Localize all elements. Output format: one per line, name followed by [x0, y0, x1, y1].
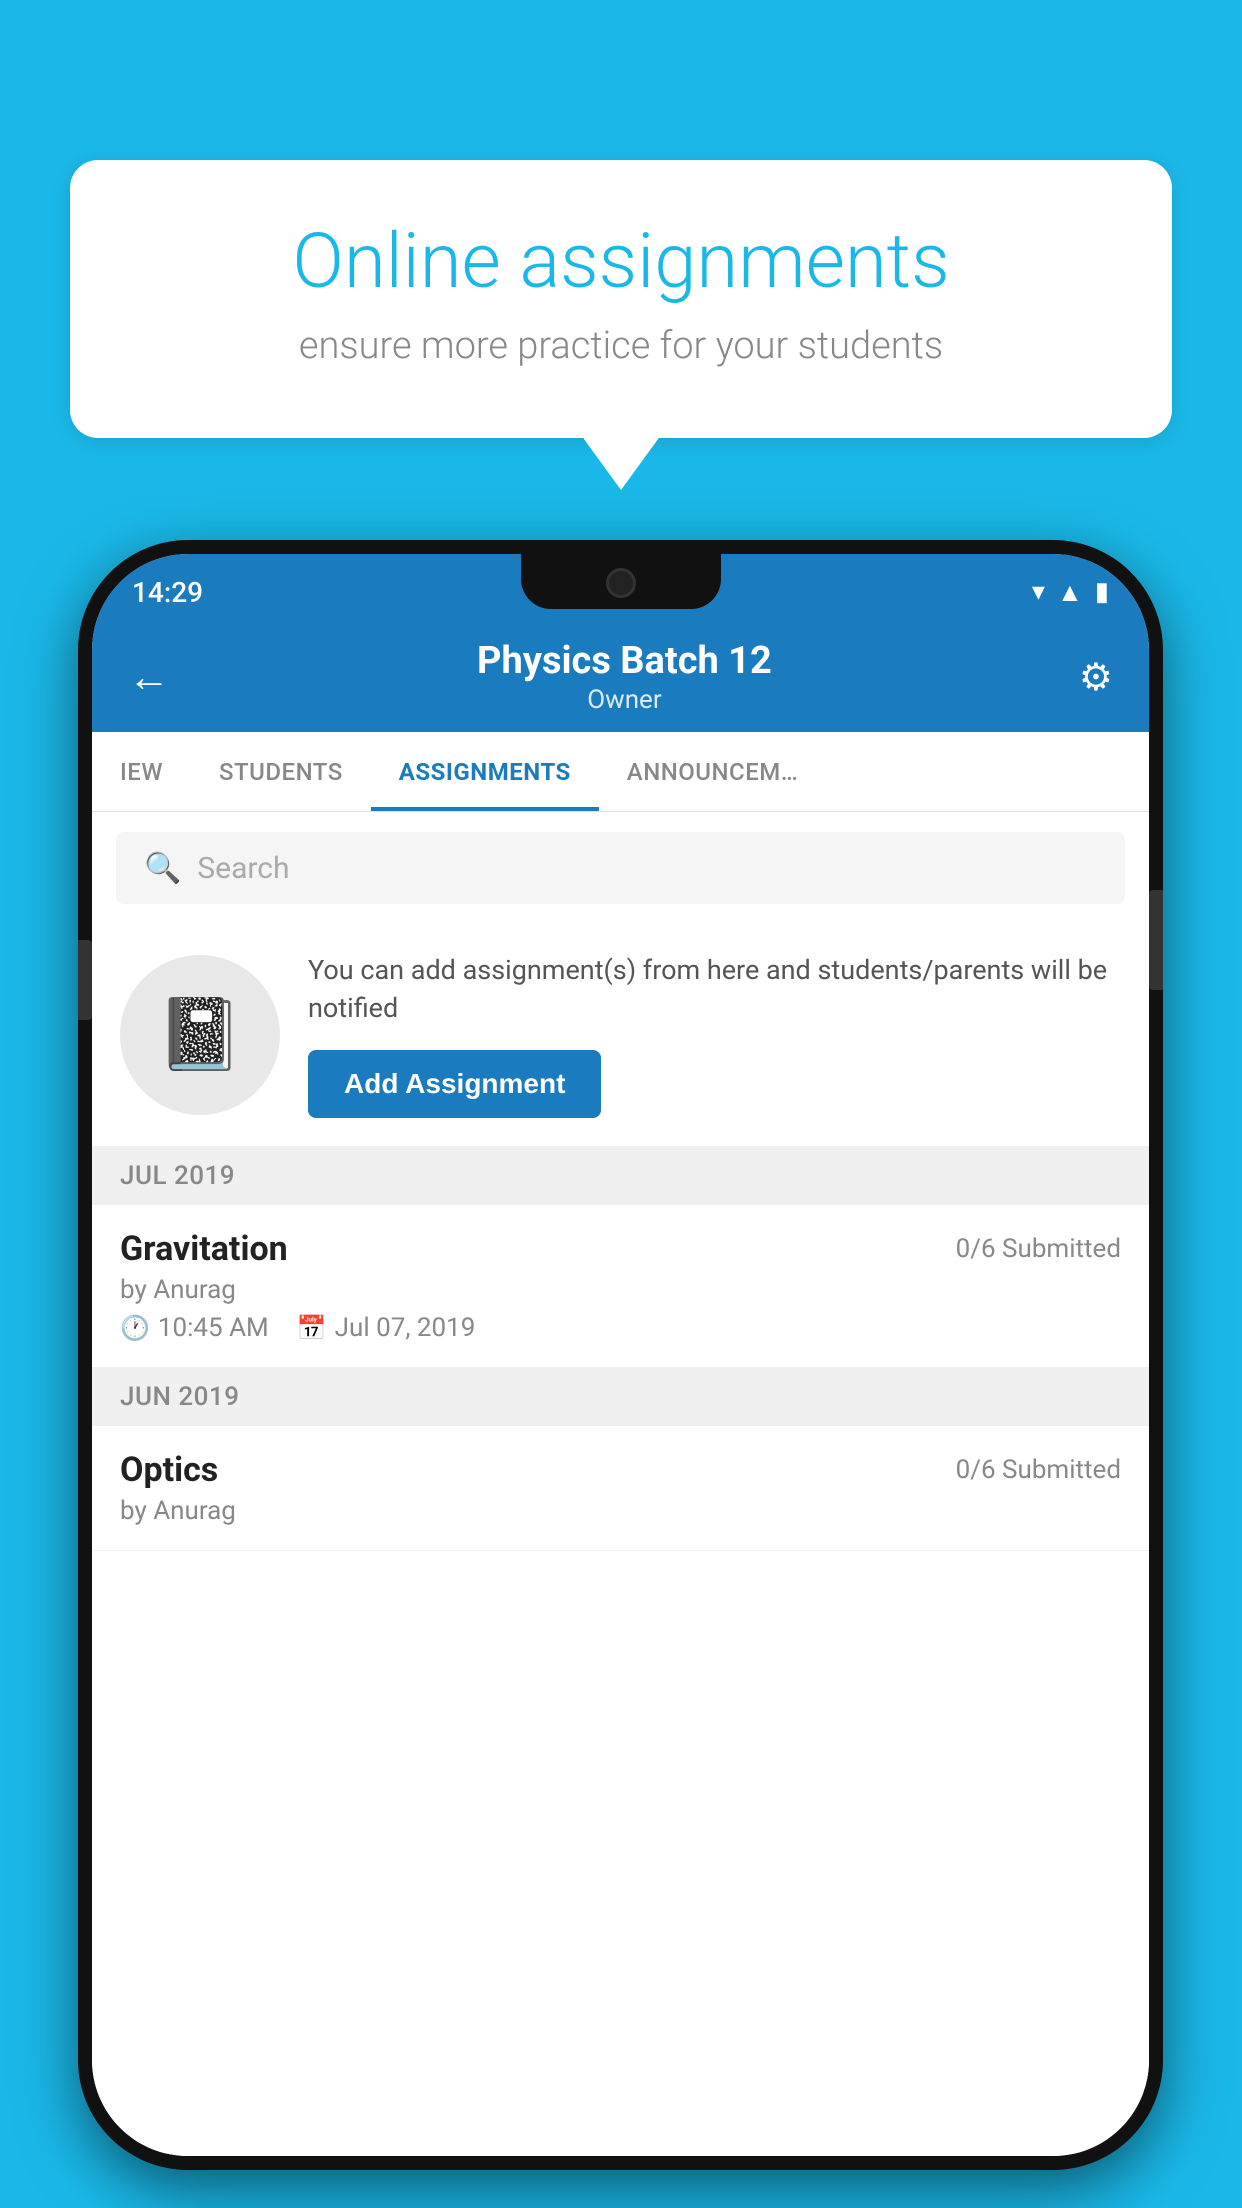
- tab-announcements[interactable]: ANNOUNCEM…: [599, 732, 826, 811]
- section-jun-2019: JUN 2019: [92, 1368, 1149, 1426]
- assignment-submitted: 0/6 Submitted: [956, 1234, 1121, 1264]
- assignment-time: 10:45 AM: [158, 1313, 269, 1343]
- battery-icon: ▮: [1095, 577, 1109, 607]
- section-jul-2019: JUL 2019: [92, 1147, 1149, 1205]
- tab-assignments[interactable]: ASSIGNMENTS: [371, 732, 599, 811]
- notebook-icon: 📓: [156, 994, 243, 1076]
- promo-right: You can add assignment(s) from here and …: [308, 952, 1121, 1118]
- signal-icon: ▲: [1057, 577, 1083, 608]
- status-time: 14:29: [132, 576, 203, 609]
- bubble-title: Online assignments: [140, 220, 1102, 304]
- assignment-row1: Gravitation 0/6 Submitted: [120, 1229, 1121, 1269]
- settings-icon[interactable]: ⚙: [1079, 655, 1113, 700]
- assignment-by: by Anurag: [120, 1275, 1121, 1305]
- meta-time: 🕐 10:45 AM: [120, 1313, 269, 1343]
- assignment-row1-optics: Optics 0/6 Submitted: [120, 1450, 1121, 1490]
- app-header: ← Physics Batch 12 Owner ⚙: [92, 622, 1149, 732]
- tab-students[interactable]: STUDENTS: [191, 732, 371, 811]
- assignment-name: Gravitation: [120, 1229, 288, 1269]
- header-center: Physics Batch 12 Owner: [170, 639, 1079, 715]
- content-area: 🔍 Search 📓 You can add assignment(s) fro…: [92, 812, 1149, 2156]
- phone-notch: [521, 554, 721, 609]
- promo-text: You can add assignment(s) from here and …: [308, 952, 1121, 1028]
- power-button: [1149, 890, 1163, 990]
- assignment-date: Jul 07, 2019: [335, 1313, 476, 1343]
- add-assignment-promo: 📓 You can add assignment(s) from here an…: [92, 924, 1149, 1147]
- assignment-gravitation[interactable]: Gravitation 0/6 Submitted by Anurag 🕐 10…: [92, 1205, 1149, 1368]
- assignment-optics[interactable]: Optics 0/6 Submitted by Anurag: [92, 1426, 1149, 1551]
- assignment-meta: 🕐 10:45 AM 📅 Jul 07, 2019: [120, 1313, 1121, 1343]
- search-placeholder: Search: [197, 851, 289, 886]
- tabs-bar: IEW STUDENTS ASSIGNMENTS ANNOUNCEM…: [92, 732, 1149, 812]
- phone-screen: 14:29 ▾ ▲ ▮ ← Physics Batch 12 Owner ⚙ I…: [92, 554, 1149, 2156]
- optics-name: Optics: [120, 1450, 218, 1490]
- add-assignment-button[interactable]: Add Assignment: [308, 1050, 601, 1118]
- bubble-subtitle: ensure more practice for your students: [140, 324, 1102, 368]
- front-camera: [606, 568, 636, 598]
- wifi-icon: ▾: [1032, 577, 1045, 607]
- volume-button: [78, 940, 92, 1020]
- header-title: Physics Batch 12: [170, 639, 1079, 683]
- calendar-icon: 📅: [297, 1314, 327, 1342]
- search-icon: 🔍: [144, 851, 181, 886]
- search-bar[interactable]: 🔍 Search: [116, 832, 1125, 904]
- clock-icon: 🕐: [120, 1314, 150, 1342]
- phone-frame: 14:29 ▾ ▲ ▮ ← Physics Batch 12 Owner ⚙ I…: [78, 540, 1163, 2170]
- tab-iew[interactable]: IEW: [92, 732, 191, 811]
- back-button[interactable]: ←: [128, 653, 170, 702]
- promo-icon-circle: 📓: [120, 955, 280, 1115]
- status-icons: ▾ ▲ ▮: [1032, 577, 1109, 608]
- speech-bubble: Online assignments ensure more practice …: [70, 160, 1172, 438]
- header-subtitle: Owner: [170, 685, 1079, 715]
- optics-by: by Anurag: [120, 1496, 1121, 1526]
- meta-date: 📅 Jul 07, 2019: [297, 1313, 476, 1343]
- optics-submitted: 0/6 Submitted: [956, 1455, 1121, 1485]
